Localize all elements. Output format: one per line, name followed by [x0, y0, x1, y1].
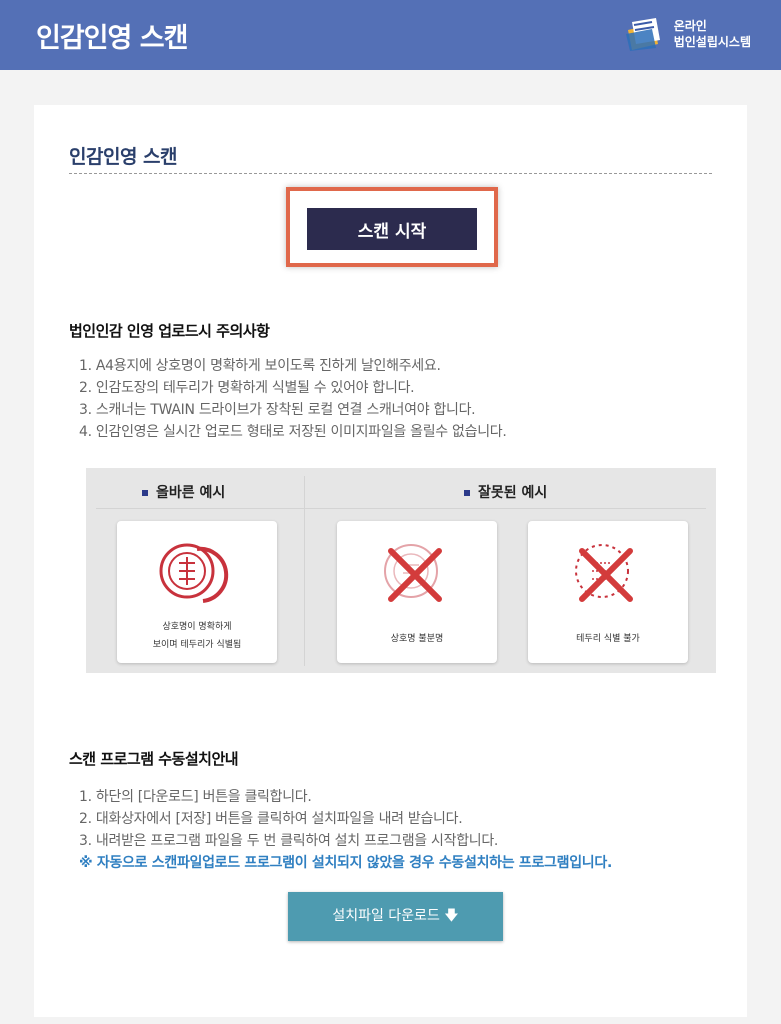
section-title: 인감인영 스캔: [69, 146, 178, 168]
faint-stamp-icon: [384, 544, 442, 602]
brand-line-1: 온라인: [673, 19, 707, 33]
list-item: 1. A4용지에 상호명이 명확하게 보이도록 진하게 날인해주세요.: [79, 358, 441, 374]
brand[interactable]: 온라인 법인설립시스템: [624, 16, 751, 52]
examples-panel: 올바른 예시 잘못된 예시 상호명이 명확하게 보이며 테두리가 식별됨 상호명…: [86, 468, 716, 673]
bullet-icon: [464, 490, 470, 496]
list-item: 4. 인감인영은 실시간 업로드 형태로 저장된 이미지파일을 올릴수 없습니다…: [79, 424, 507, 440]
folder-document-icon: [625, 18, 660, 51]
caution-title: 법인인감 인영 업로드시 주의사항: [69, 322, 270, 340]
list-item: 3. 내려받은 프로그램 파일을 두 번 클릭하여 설치 프로그램을 시작합니다…: [79, 833, 499, 849]
wrong-example-card-1: 상호명 불분명: [337, 521, 497, 663]
content-card: 인감인영 스캔 스캔 시작 법인인감 인영 업로드시 주의사항 1. A4용지에…: [34, 105, 747, 1017]
brand-line-2: 법인설립시스템: [673, 35, 751, 49]
scan-start-button[interactable]: 스캔 시작: [307, 208, 477, 250]
x-mark-icon: [579, 548, 633, 602]
caution-list: 1. A4용지에 상호명이 명확하게 보이도록 진하게 날인해주세요. 2. 인…: [79, 355, 507, 443]
wrong2-caption: 테두리 식별 불가: [576, 634, 640, 644]
scan-button-highlight: 스캔 시작: [286, 187, 498, 267]
x-mark-icon: [388, 548, 442, 602]
wrong-example-card-2: 테두리 식별 불가: [528, 521, 688, 663]
bullet-icon: [142, 490, 148, 496]
install-title: 스캔 프로그램 수동설치안내: [69, 750, 239, 768]
top-bar: 인감인영 스캔 온라인 법인설립시스템: [0, 0, 781, 70]
list-item: 2. 인감도장의 테두리가 명확하게 식별될 수 있어야 합니다.: [79, 380, 415, 396]
download-installer-button[interactable]: 설치파일 다운로드 🡇: [288, 892, 503, 941]
list-item: 1. 하단의 [다운로드] 버튼을 클릭합니다.: [79, 789, 312, 805]
dashed-divider: [69, 173, 712, 174]
wrong-example-heading: 잘못된 예시: [464, 482, 547, 502]
broken-stamp-icon: [575, 544, 633, 602]
install-notice: ※ 자동으로 스캔파일업로드 프로그램이 설치되지 않았을 경우 수동설치하는 …: [79, 855, 612, 871]
correct-example-card: 상호명이 명확하게 보이며 테두리가 식별됨: [117, 521, 277, 663]
correct-example-heading: 올바른 예시: [142, 482, 225, 502]
list-item: 2. 대화상자에서 [저장] 버튼을 클릭하여 설치파일을 내려 받습니다.: [79, 811, 463, 827]
wrong1-caption: 상호명 불분명: [390, 634, 444, 644]
correct-caption-line-1: 상호명이 명확하게: [162, 622, 232, 632]
page-title: 인감인영 스캔: [36, 23, 188, 54]
correct-caption-line-2: 보이며 테두리가 식별됨: [152, 640, 242, 650]
vertical-divider: [304, 476, 305, 666]
horizontal-divider: [96, 508, 706, 509]
list-item: 3. 스캐너는 TWAIN 드라이브가 장착된 로컬 연결 스캐너여야 합니다.: [79, 402, 476, 418]
seal-stamp-icon: [159, 543, 229, 603]
install-list: 1. 하단의 [다운로드] 버튼을 클릭합니다. 2. 대화상자에서 [저장] …: [79, 786, 612, 874]
